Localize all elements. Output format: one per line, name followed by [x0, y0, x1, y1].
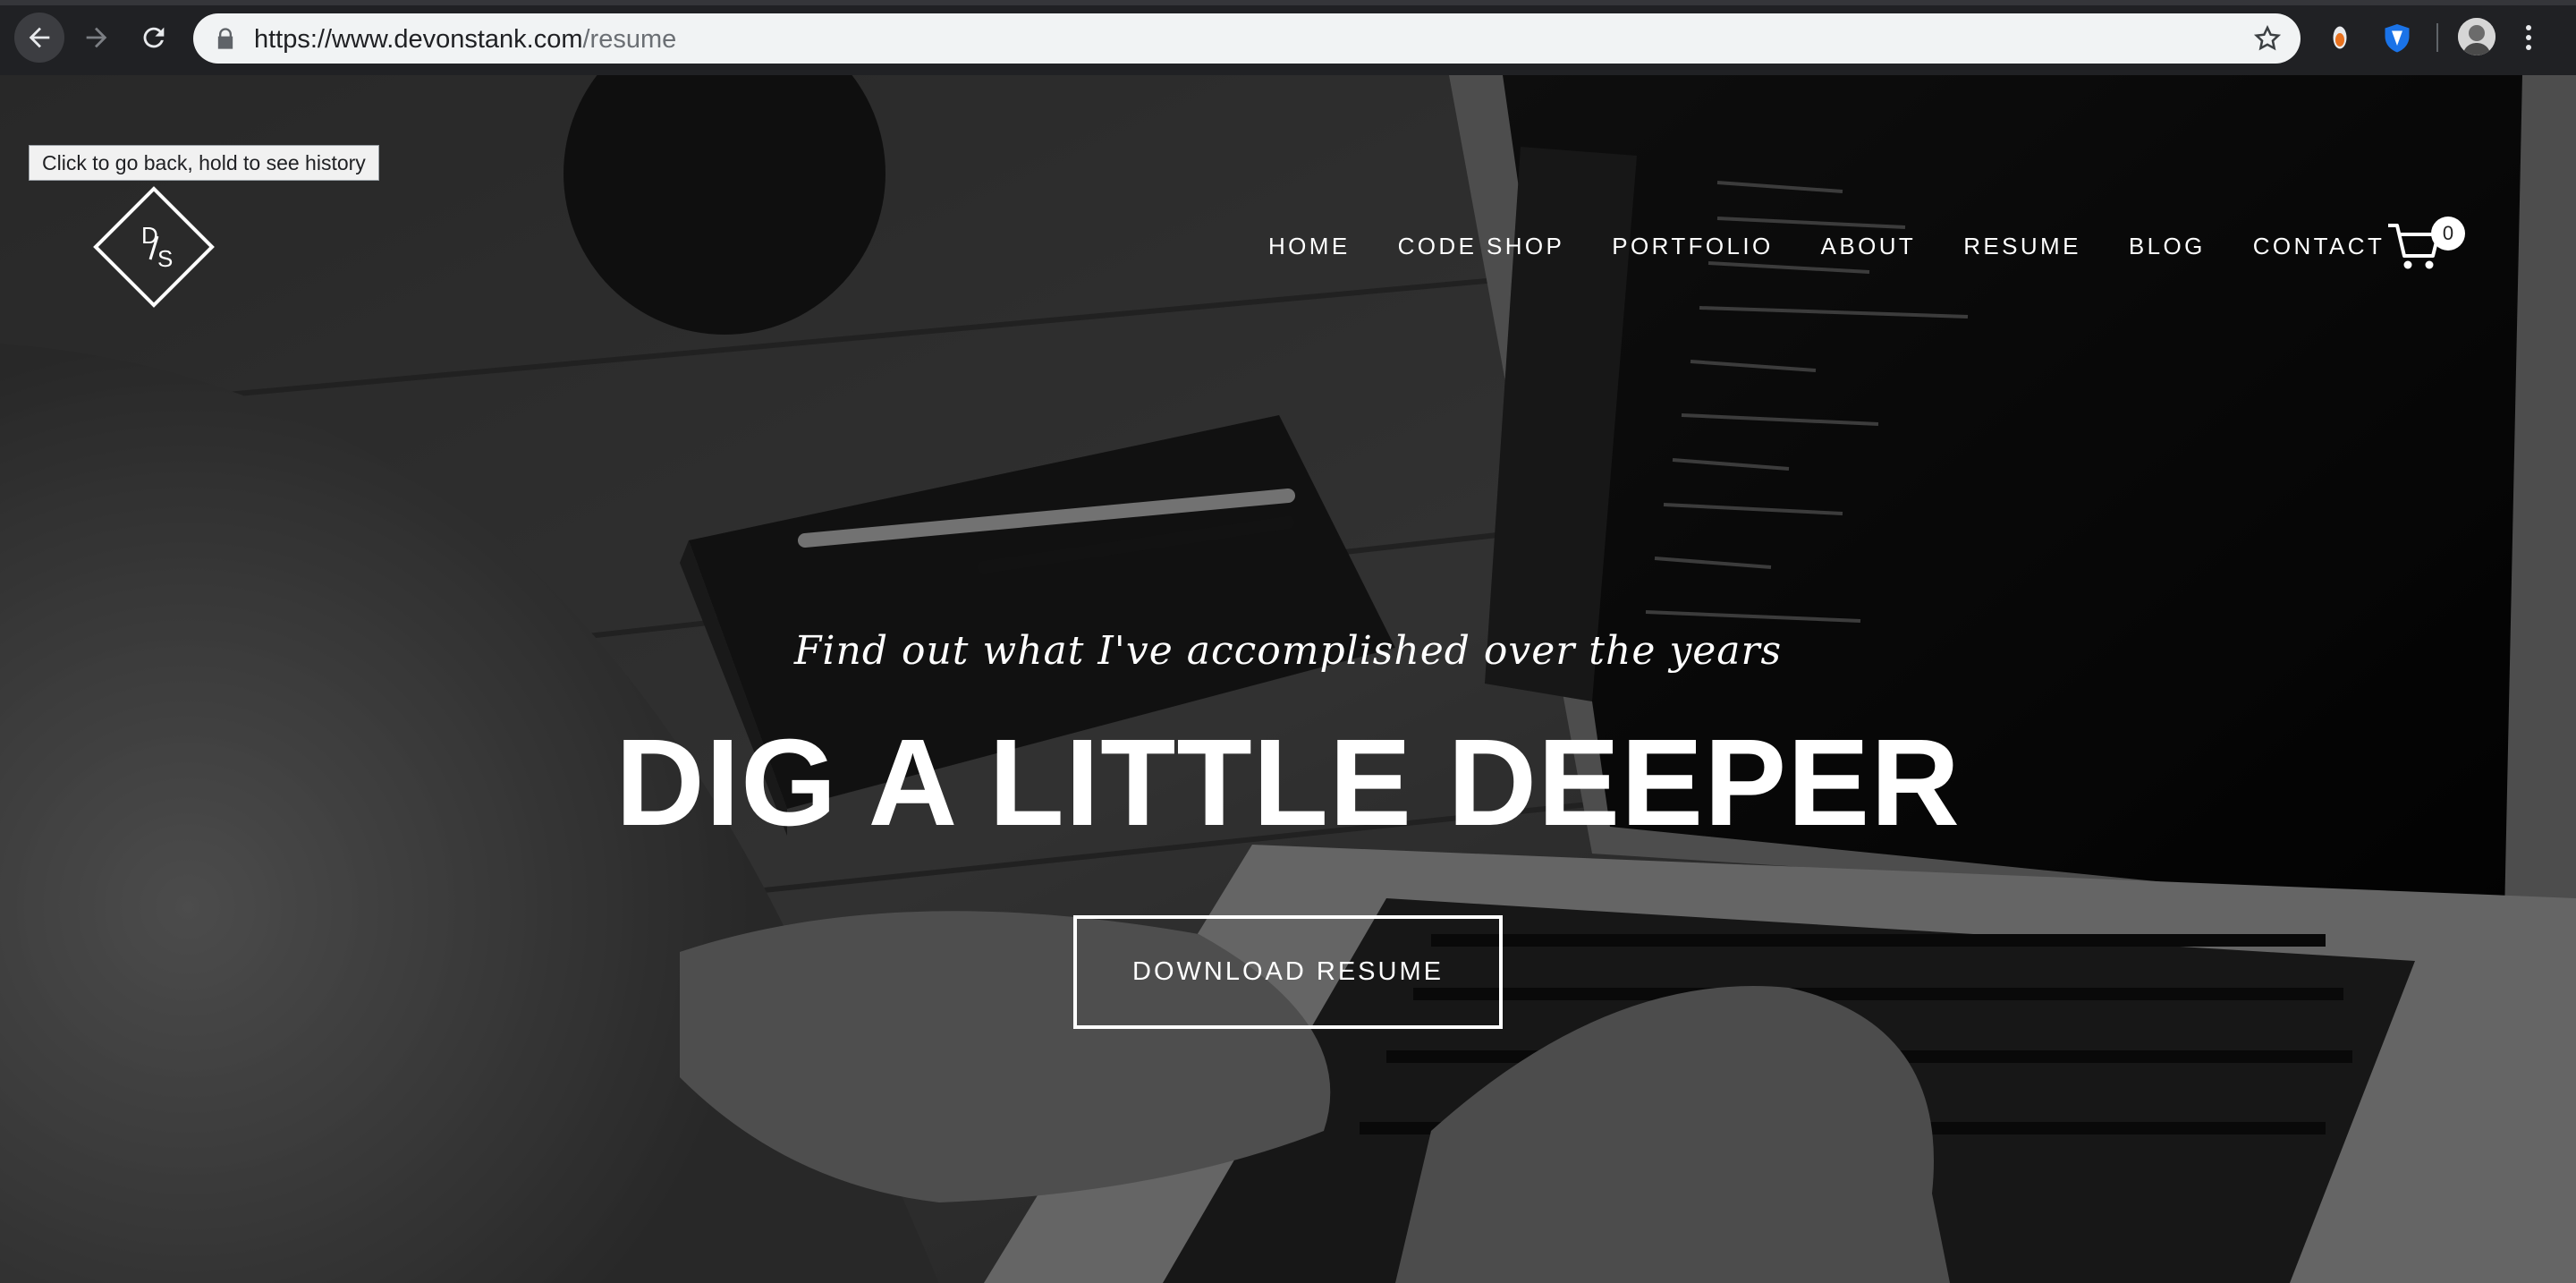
svg-text:S: S: [157, 245, 173, 272]
url-text: https://www.devonstank.com/resume: [254, 25, 676, 55]
nav-code-shop[interactable]: CODE SHOP: [1398, 233, 1565, 260]
arrow-left-icon: [29, 27, 50, 48]
extension-capture-icon[interactable]: [2320, 18, 2360, 57]
toolbar-separator: [2436, 23, 2438, 52]
reload-icon: [143, 27, 165, 48]
browser-toolbar: https://www.devonstank.com/resume: [0, 0, 2576, 75]
tab-strip-edge: [0, 0, 2576, 5]
back-button[interactable]: [14, 13, 64, 63]
nav-about[interactable]: ABOUT: [1821, 233, 1917, 260]
arrow-right-icon: [86, 27, 107, 48]
reload-button[interactable]: [129, 13, 179, 63]
main-nav: HOME CODE SHOP PORTFOLIO ABOUT RESUME BL…: [1268, 233, 2432, 260]
nav-resume[interactable]: RESUME: [1963, 233, 2081, 260]
site-logo[interactable]: D S: [88, 181, 220, 313]
back-button-tooltip: Click to go back, hold to see history: [29, 145, 379, 181]
star-icon[interactable]: [2252, 23, 2283, 54]
hero-tagline: Find out what I've accomplished over the…: [793, 628, 1783, 674]
nav-home[interactable]: HOME: [1268, 233, 1351, 260]
hero-headline: DIG A LITTLE DEEPER: [615, 714, 1961, 852]
extension-shield-icon[interactable]: [2377, 18, 2417, 57]
profile-avatar[interactable]: [2458, 18, 2496, 55]
url-host: https://www.devonstank.com: [254, 25, 583, 54]
address-bar[interactable]: https://www.devonstank.com/resume: [193, 13, 2301, 64]
download-resume-button[interactable]: DOWNLOAD RESUME: [1073, 915, 1503, 1029]
lock-icon: [217, 28, 233, 49]
cart-count-badge: 0: [2431, 217, 2465, 251]
nav-blog[interactable]: BLOG: [2129, 233, 2206, 260]
nav-contact[interactable]: CONTACT: [2253, 233, 2385, 260]
webpage: Click to go back, hold to see history D …: [0, 75, 2576, 1283]
more-vert-icon[interactable]: [2515, 18, 2542, 57]
url-path: /resume: [582, 25, 677, 54]
forward-button[interactable]: [72, 13, 122, 63]
nav-portfolio[interactable]: PORTFOLIO: [1612, 233, 1773, 260]
